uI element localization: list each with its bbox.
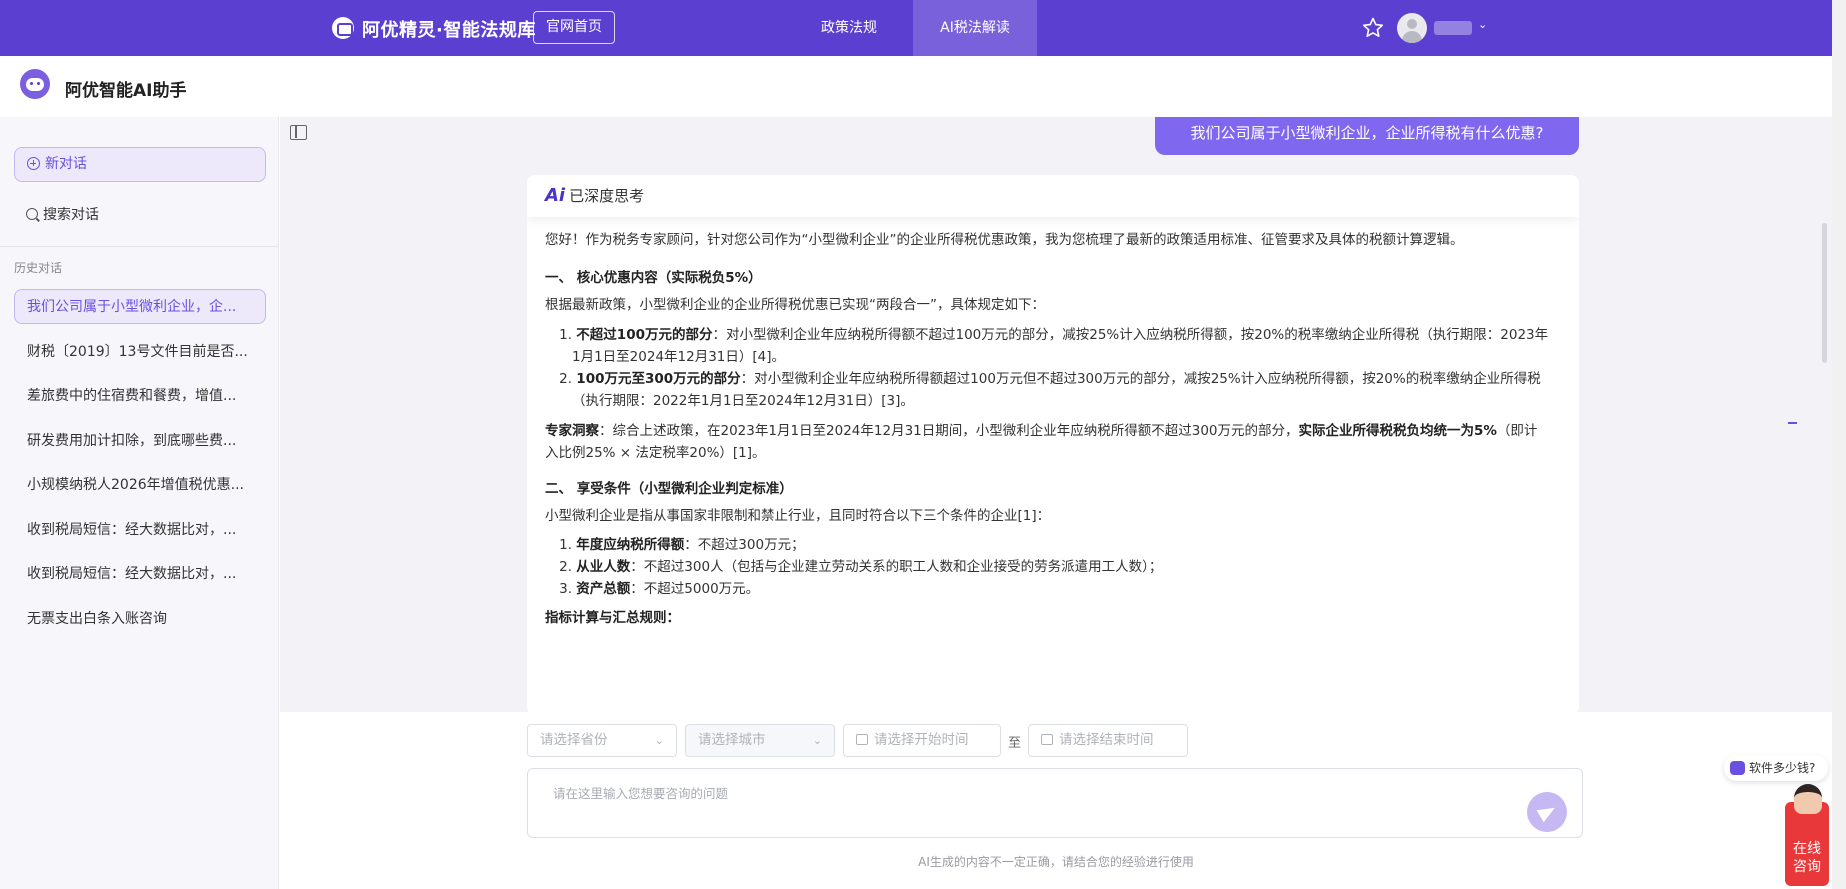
star-icon[interactable] (1361, 16, 1385, 40)
brand-logo-icon (332, 17, 354, 39)
section-heading: 指标计算与汇总规则： (545, 610, 680, 626)
list-item: 2. 100万元至300万元的部分：对小型微利企业年应纳税所得额超过100万元但… (559, 371, 1541, 387)
list-item: 3. 资产总额：不超过5000万元。 (559, 581, 760, 597)
list-item: 1. 年度应纳税所得额：不超过300万元； (559, 537, 805, 553)
list-item-continuation: （执行期限：2022年1月1日至2024年12月31日）[3]。 (572, 393, 914, 409)
question-placeholder: 请在这里输入您想要咨询的问题 (553, 786, 729, 801)
scroll-marker[interactable] (1788, 422, 1797, 424)
disclaimer: AI生成的内容不一定正确，请结合您的经验进行使用 (918, 855, 1194, 869)
online-consult-button[interactable]: 在线 咨询 (1785, 784, 1829, 886)
history-item[interactable]: 财税〔2019〕13号文件目前是否... (14, 334, 266, 369)
toggle-sidebar-icon[interactable] (290, 125, 307, 140)
brand-title[interactable]: 阿优精灵·智能法规库 (362, 16, 536, 42)
history-item[interactable]: 差旅费中的住宿费和餐费，增值... (14, 378, 266, 413)
chevron-down-icon: ⌄ (654, 734, 664, 747)
start-date-picker[interactable]: 请选择开始时间 (843, 724, 1001, 757)
search-chat-button[interactable]: 搜索对话 (26, 204, 99, 224)
history-item[interactable]: 小规模纳税人2026年增值税优惠... (14, 467, 266, 502)
thinking-status: 已深度思考 (569, 187, 645, 205)
history-item[interactable]: 收到税局短信：经大数据比对，... (14, 556, 266, 591)
send-button[interactable] (1527, 792, 1567, 832)
history-item[interactable]: 收到税局短信：经大数据比对，... (14, 512, 266, 547)
assistant-header: 阿优智能AI助手 (0, 56, 1832, 117)
chevron-down-icon[interactable]: ⌄ (1478, 18, 1487, 31)
date-range-separator: 至 (1008, 736, 1022, 751)
section-lead: 小型微利企业是指从事国家非限制和禁止行业，且同时符合以下三个条件的企业[1]： (545, 508, 1051, 524)
list-item: 2. 从业人数：不超过300人（包括与企业建立劳动关系的职工人数和企业接受的劳务… (559, 559, 1163, 575)
ai-icon: Ai (545, 185, 566, 206)
tab-policy[interactable]: 政策法规 (790, 0, 908, 56)
divider (0, 246, 279, 247)
consult-label-1: 在线 (1793, 841, 1821, 857)
list-item: 1. 不超过100万元的部分：对小型微利企业年应纳税所得额不超过100万元的部分… (559, 327, 1549, 343)
answer-intro: 您好！作为税务专家顾问，针对您公司作为“小型微利企业”的企业所得税优惠政策，我为… (545, 232, 1464, 248)
price-chip-label: 软件多少钱? (1749, 761, 1816, 775)
agent-avatar-icon (1794, 784, 1822, 814)
history-item[interactable]: 研发费用加计扣除，到底哪些费... (14, 423, 266, 458)
calendar-icon (1041, 734, 1053, 745)
page-title: 阿优智能AI助手 (65, 81, 187, 101)
province-select[interactable]: 请选择省份 ⌄ (527, 724, 677, 757)
end-date-picker[interactable]: 请选择结束时间 (1028, 724, 1188, 757)
top-navbar: 阿优精灵·智能法规库 官网首页 政策法规 AI税法解读 ⌄ (0, 0, 1832, 56)
city-select[interactable]: 请选择城市 ⌄ (685, 724, 835, 757)
answer-card: Ai 已深度思考 您好！作为税务专家顾问，针对您公司作为“小型微利企业”的企业所得… (527, 175, 1579, 715)
section-heading: 一、 核心优惠内容（实际税负5%） (545, 270, 762, 286)
expert-insight: 专家洞察：综合上述政策，在2023年1月1日至2024年12月31日期间，小型微… (545, 423, 1538, 439)
calendar-icon (856, 734, 868, 745)
search-chat-label: 搜索对话 (43, 207, 99, 223)
history-label: 历史对话 (14, 261, 63, 275)
list-item-continuation: 1月1日至2024年12月31日）[4]。 (572, 349, 786, 365)
section-heading: 二、 享受条件（小型微利企业判定标准） (545, 481, 793, 497)
city-placeholder: 请选择城市 (698, 732, 766, 748)
expert-insight-continuation: 入比例25% × 法定税率20%）[1]。 (545, 445, 766, 461)
history-list: 我们公司属于小型微利企业，企... 财税〔2019〕13号文件目前是否... 差… (14, 289, 266, 645)
plus-circle-icon (27, 157, 40, 170)
home-button[interactable]: 官网首页 (533, 11, 615, 44)
consult-label-2: 咨询 (1793, 859, 1821, 875)
sidebar: 新对话 搜索对话 历史对话 我们公司属于小型微利企业，企... 财税〔2019〕… (0, 117, 279, 889)
robot-logo-icon (20, 69, 50, 99)
question-input[interactable]: 请在这里输入您想要咨询的问题 (527, 768, 1583, 838)
username-blurred[interactable] (1434, 21, 1472, 35)
chevron-down-icon: ⌄ (812, 734, 822, 747)
window-scrollbar-track[interactable] (1832, 0, 1846, 889)
history-item[interactable]: 无票支出白条入账咨询 (14, 601, 266, 636)
input-area: 请选择省份 ⌄ 请选择城市 ⌄ 请选择开始时间 至 请选择结束时间 请在这里输入… (280, 712, 1832, 889)
price-question-chip[interactable]: 软件多少钱? (1724, 755, 1828, 781)
search-icon (26, 208, 38, 220)
province-placeholder: 请选择省份 (540, 732, 608, 748)
section-lead: 根据最新政策，小型微利企业的企业所得税优惠已实现“两段合一”，具体规定如下： (545, 297, 1045, 313)
user-avatar[interactable] (1397, 13, 1427, 43)
new-chat-button[interactable]: 新对话 (14, 147, 266, 182)
scrollbar-thumb[interactable] (1822, 223, 1827, 363)
history-item[interactable]: 我们公司属于小型微利企业，企... (14, 289, 266, 324)
chat-bubble-icon (1730, 761, 1745, 775)
user-message: 我们公司属于小型微利企业，企业所得税有什么优惠? (1155, 117, 1579, 155)
tab-ai-tax[interactable]: AI税法解读 (913, 0, 1037, 56)
answer-body: 您好！作为税务专家顾问，针对您公司作为“小型微利企业”的企业所得税优惠政策，我为… (527, 229, 1579, 629)
end-date-placeholder: 请选择结束时间 (1059, 732, 1154, 748)
new-chat-label: 新对话 (45, 156, 87, 172)
start-date-placeholder: 请选择开始时间 (874, 732, 969, 748)
thinking-status-bar[interactable]: Ai 已深度思考 (527, 175, 1579, 217)
